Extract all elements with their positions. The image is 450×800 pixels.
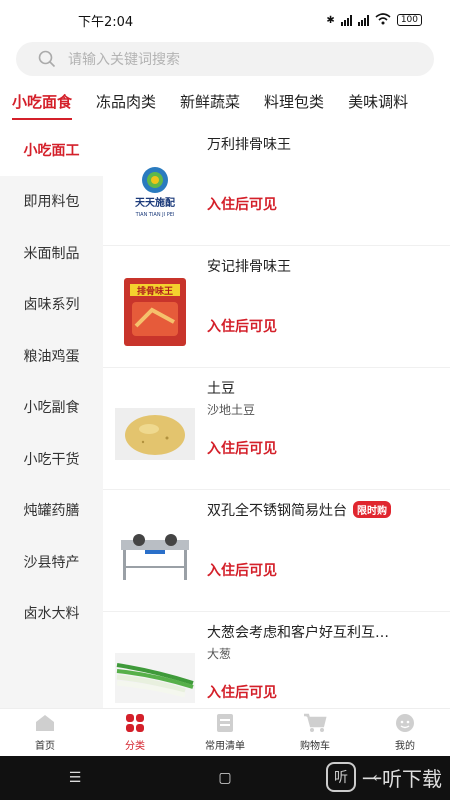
- search-icon: [38, 50, 56, 68]
- product-price: 入住后可见: [207, 563, 277, 579]
- product-item[interactable]: 双孔全不锈钢简易灶台 限时购 入住后可见: [103, 490, 450, 612]
- sidebar-item[interactable]: 粮油鸡蛋: [0, 330, 103, 382]
- product-price: 入住后可见: [207, 441, 277, 457]
- battery-icon: 100: [396, 14, 422, 26]
- system-nav-bar: ☰ ▢ ‹ 听 一听下载: [0, 756, 450, 800]
- profile-icon: [396, 714, 414, 732]
- menu-button[interactable]: ☰: [0, 770, 150, 786]
- product-image: [115, 516, 195, 596]
- product-name: 安记排骨味王: [207, 259, 291, 275]
- product-name: 土豆: [207, 381, 235, 397]
- product-item[interactable]: 天天施配 TIAN TIAN JI PEI 万利排骨味王 入住后可见: [103, 124, 450, 246]
- nav-list[interactable]: 常用清单: [180, 709, 270, 756]
- product-name: 双孔全不锈钢简易灶台 限时购: [207, 500, 391, 520]
- sidebar-item[interactable]: 小吃副食: [0, 382, 103, 434]
- logo-subtext: TIAN TIAN JI PEI: [135, 212, 175, 218]
- product-image: [115, 638, 195, 708]
- nav-label: 首页: [35, 741, 55, 752]
- sidebar-item[interactable]: 小吃干货: [0, 433, 103, 485]
- category-tabs: 小吃面食 冻品肉类 新鲜蔬菜 料理包类 美味调料: [0, 76, 450, 126]
- product-item[interactable]: 排骨味王 安记排骨味王 入住后可见: [103, 246, 450, 368]
- bluetooth-icon: ✱: [326, 14, 335, 26]
- nav-home[interactable]: 首页: [0, 709, 90, 756]
- nav-category[interactable]: 分类: [90, 709, 180, 756]
- category-icon: [126, 714, 144, 732]
- sidebar-item[interactable]: 米面制品: [0, 227, 103, 279]
- product-name-text: 双孔全不锈钢简易灶台: [207, 503, 347, 519]
- sidebar: 小吃面工 即用料包 米面制品 卤味系列 粮油鸡蛋 小吃副食 小吃干货 炖罐药膳 …: [0, 124, 103, 708]
- signal-icon-2: [357, 14, 369, 26]
- sidebar-item[interactable]: 卤味系列: [0, 279, 103, 331]
- tab-category[interactable]: 小吃面食: [12, 91, 73, 120]
- product-image: 天天施配 TIAN TIAN JI PEI: [115, 150, 195, 230]
- logo-text: 天天施配: [135, 196, 175, 209]
- signal-icon: [340, 14, 352, 26]
- cart-icon: [304, 713, 327, 732]
- wifi-icon: [375, 12, 391, 28]
- sidebar-item[interactable]: 小吃面工: [0, 124, 103, 176]
- bottom-nav: 首页 分类 常用清单 购物车 我的: [0, 708, 450, 756]
- tab-category[interactable]: 料理包类: [264, 91, 324, 112]
- nav-cart[interactable]: 购物车: [270, 709, 360, 756]
- product-price: 入住后可见: [207, 197, 277, 213]
- product-name: 万利排骨味王: [207, 137, 291, 153]
- watermark-logo-icon: 听: [326, 762, 356, 792]
- product-subtitle: 大葱: [207, 647, 232, 661]
- product-name: 大葱会考虑和客户好互利互…: [207, 625, 389, 641]
- product-list: 天天施配 TIAN TIAN JI PEI 万利排骨味王 入住后可见 排骨味王: [103, 124, 450, 708]
- sidebar-item[interactable]: 即用料包: [0, 176, 103, 228]
- sidebar-item[interactable]: 炖罐药膳: [0, 485, 103, 537]
- sidebar-item[interactable]: 沙县特产: [0, 536, 103, 588]
- tab-category[interactable]: 美味调料: [348, 91, 408, 112]
- product-item[interactable]: 大葱会考虑和客户好互利互… 大葱 入住后可见: [103, 612, 450, 708]
- nav-label: 常用清单: [205, 741, 245, 752]
- product-item[interactable]: 土豆 沙地土豆 入住后可见: [103, 368, 450, 490]
- limited-time-badge: 限时购: [353, 501, 391, 518]
- sidebar-item[interactable]: 卤水大料: [0, 588, 103, 640]
- status-time: 下午2:04: [78, 14, 134, 30]
- status-bar: 下午2:04 ✱ 100: [0, 0, 450, 40]
- status-icons: ✱ 100: [326, 12, 422, 28]
- package-label: 排骨味王: [137, 285, 173, 297]
- home-button[interactable]: ▢: [150, 770, 300, 786]
- nav-label: 购物车: [300, 741, 330, 752]
- watermark-text: 一听下载: [362, 766, 442, 791]
- home-icon: [36, 715, 54, 731]
- product-price: 入住后可见: [207, 319, 277, 335]
- tab-category[interactable]: 新鲜蔬菜: [180, 91, 240, 112]
- product-image: 排骨味王: [115, 272, 195, 352]
- app-screen: 下午2:04 ✱ 100 请输入关键词搜索 小吃面食 冻品肉类 新鲜蔬菜 料理包…: [0, 0, 450, 800]
- nav-label: 分类: [125, 741, 145, 752]
- nav-label: 我的: [395, 741, 415, 752]
- tab-category[interactable]: 冻品肉类: [96, 91, 156, 112]
- product-price: 入住后可见: [207, 685, 277, 701]
- search-placeholder: 请输入关键词搜索: [68, 52, 180, 68]
- product-subtitle: 沙地土豆: [207, 403, 256, 417]
- main-content: 小吃面工 即用料包 米面制品 卤味系列 粮油鸡蛋 小吃副食 小吃干货 炖罐药膳 …: [0, 124, 450, 708]
- search-input[interactable]: 请输入关键词搜索: [16, 42, 434, 76]
- list-icon: [217, 714, 233, 732]
- nav-mine[interactable]: 我的: [360, 709, 450, 756]
- watermark: 听 一听下载: [326, 762, 442, 792]
- product-image: [115, 394, 195, 474]
